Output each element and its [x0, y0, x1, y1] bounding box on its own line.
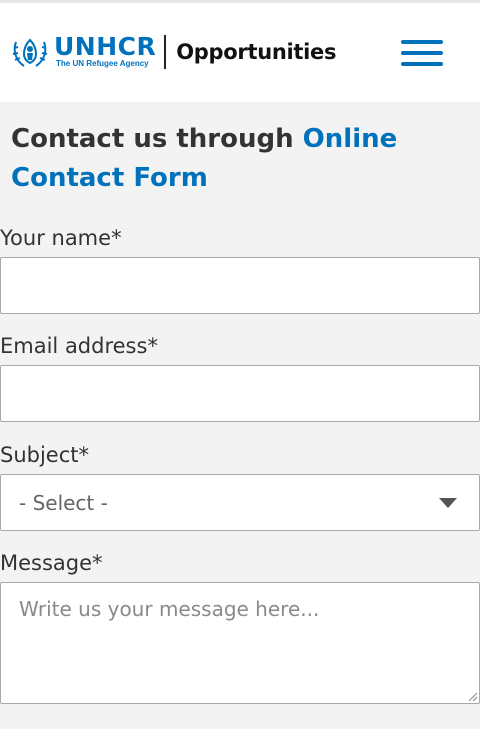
site-header: UNHCR The UN Refugee Agency Opportunitie…: [0, 0, 480, 102]
required-mark: *: [147, 334, 158, 358]
email-field[interactable]: [0, 365, 480, 422]
brand-tagline: The UN Refugee Agency: [56, 59, 149, 68]
section-title: Opportunities: [176, 40, 337, 64]
message-label-text: Message: [0, 551, 93, 575]
subject-selected-value: - Select -: [19, 490, 108, 515]
page-heading: Contact us through Online Contact Form: [11, 120, 471, 198]
resize-handle-icon[interactable]: [466, 690, 478, 702]
name-field[interactable]: [0, 257, 480, 314]
required-mark: *: [111, 226, 122, 250]
name-label-text: Your name: [0, 226, 112, 250]
subject-label: Subject*: [0, 443, 89, 467]
name-label: Your name*: [0, 226, 122, 250]
required-mark: *: [78, 443, 90, 467]
brand-name: UNHCR: [54, 32, 157, 61]
chevron-down-icon: [439, 498, 457, 508]
logo-divider: [164, 35, 167, 69]
email-label: Email address*: [0, 334, 158, 358]
brand-text: UNHCR The UN Refugee Agency: [54, 32, 157, 69]
hamburger-menu-icon[interactable]: [401, 40, 443, 66]
heading-text: Contact us through: [11, 124, 303, 154]
required-mark: *: [92, 551, 103, 575]
message-textarea[interactable]: [0, 582, 480, 704]
email-label-text: Email address: [0, 334, 148, 358]
unhcr-emblem-icon: [12, 38, 48, 67]
subject-select[interactable]: - Select -: [0, 474, 480, 531]
subject-label-text: Subject: [0, 443, 79, 467]
unhcr-logo[interactable]: UNHCR The UN Refugee Agency Opportunitie…: [10, 33, 336, 71]
message-label: Message*: [0, 551, 103, 575]
